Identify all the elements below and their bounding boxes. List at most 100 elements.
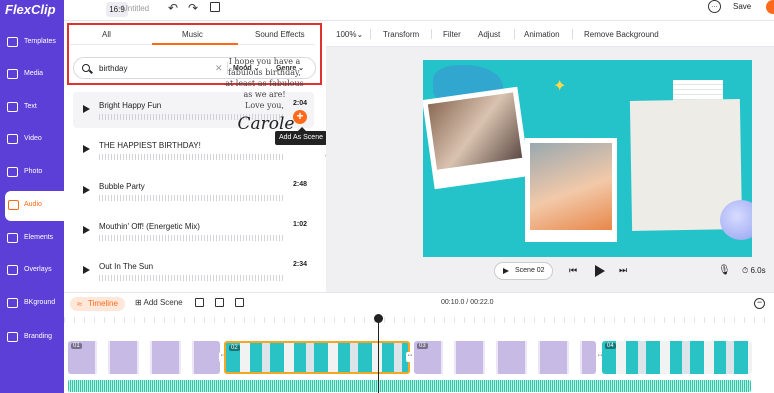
list-item[interactable]: Out In The Sun 2:34 [73,253,313,289]
avatar[interactable] [766,0,774,14]
nav-item-media[interactable]: Media [0,60,64,90]
project-name[interactable]: Untitled [122,4,149,13]
scene-clip[interactable]: 01 [68,341,220,374]
track-name: Bright Happy Fun [99,101,162,110]
overlays-icon [7,265,18,275]
waveform [99,195,284,201]
track-name: Mouthin' Off! (Energetic Mix) [99,222,200,231]
redo-icon[interactable]: ↷ [188,1,198,15]
microphone-icon[interactable]: 🎙 [718,265,731,276]
track-duration: 2:48 [293,181,308,188]
nav-item-branding[interactable]: Branding [0,323,64,353]
nav-label: Media [24,70,44,77]
add-scene-label: Add Scene [143,298,183,307]
nav-item-overlays[interactable]: Overlays [0,256,64,286]
photo-frame-2[interactable] [525,138,617,242]
note-text[interactable]: I hope you have a fabulous birthday, at … [217,56,312,111]
photo-image [427,92,523,170]
list-item[interactable]: Mouthin' Off! (Energetic Mix) 1:02 [73,213,313,249]
waveform [99,235,284,241]
list-item[interactable]: Bubble Party 2:48 [73,173,313,209]
toolbar-separator [431,29,432,39]
nav-label: Overlays [24,266,52,273]
duplicate-icon[interactable] [210,2,220,12]
save-button[interactable]: Save [733,0,751,13]
chat-icon[interactable]: … [708,0,721,13]
duration-value: 6.0s [750,266,766,275]
filter-button[interactable]: Filter [443,30,461,39]
scene-clip[interactable]: 03 [414,341,596,374]
play-icon[interactable] [83,186,90,194]
waveform [99,154,284,160]
timecode: 00:10.0 / 00:22.0 [441,299,494,306]
play-icon[interactable] [83,145,90,153]
playhead[interactable] [378,318,379,393]
left-nav: Templates Media Text Video Photo Audio E… [0,21,64,393]
zoom-out-icon[interactable]: − [754,298,765,309]
nav-item-video[interactable]: Video [0,125,64,155]
copy-icon[interactable] [215,298,224,307]
nav-label: Video [24,135,42,142]
audio-track[interactable] [68,380,751,392]
animation-button[interactable]: Animation [524,30,560,39]
duration-button[interactable]: ⏱ 6.0s [742,266,766,276]
delete-icon[interactable] [235,298,244,307]
undo-icon[interactable]: ↶ [168,1,178,15]
track-name: Out In The Sun [99,262,154,271]
audio-icon [8,200,19,210]
nav-label: BKground [24,299,56,306]
app-logo[interactable]: FlexClip [5,2,56,17]
adjust-button[interactable]: Adjust [478,30,500,39]
nav-label: Elements [24,234,54,241]
nav-item-audio[interactable]: Audio [5,191,64,221]
waveform [99,275,284,281]
next-icon[interactable]: ⏭ [619,265,627,276]
remove-background-button[interactable]: Remove Background [584,30,659,39]
templates-icon [7,37,18,47]
nav-item-text[interactable]: Text [0,93,64,123]
nav-label: Branding [24,333,53,340]
split-icon[interactable] [195,298,204,307]
play-icon[interactable] [595,265,605,277]
photo-frame-1[interactable] [423,86,530,190]
clip-number: 02 [229,345,240,351]
nav-item-elements[interactable]: Elements [0,224,64,254]
note-line: Love you, [245,101,284,110]
previous-icon[interactable]: ⏮ [569,265,577,276]
blob-decoration [720,200,752,240]
logo-area: FlexClip [0,0,64,21]
scene-selector-button[interactable]: Scene 02 [494,262,553,280]
video-icon [7,134,18,144]
timeline-ruler[interactable] [64,317,774,323]
zoom-dropdown[interactable]: 100%⌄ [336,30,363,39]
track-duration: 2:34 [293,261,308,268]
track-name: Bubble Party [99,182,145,191]
track-name: THE HAPPIEST BIRTHDAY! [99,141,201,150]
nav-label: Text [24,103,37,110]
play-icon[interactable] [83,266,90,274]
text-icon [7,102,18,112]
timeline-toggle[interactable]: Timeline [70,297,125,311]
scene-clip-selected[interactable]: 02 [224,341,410,374]
play-icon[interactable] [83,226,90,234]
scene-clip[interactable]: 04 [602,341,752,374]
nav-item-background[interactable]: BKground [0,289,64,319]
nav-item-templates[interactable]: Templates [0,28,64,58]
play-icon[interactable] [83,105,90,113]
toolbar-separator [572,29,573,39]
note-line: at least as fabulous [225,79,304,88]
toolbar-separator [514,29,515,39]
clip-number: 03 [417,343,428,349]
nav-item-photo[interactable]: Photo [0,158,64,188]
nav-label: Photo [24,168,43,175]
photo-icon [7,167,18,177]
scene-preview[interactable]: ✦ [423,60,752,257]
track-duration: 1:02 [293,221,308,228]
playhead-handle[interactable] [374,314,383,323]
add-scene-button[interactable]: ⊞ Add Scene [135,298,183,307]
transform-button[interactable]: Transform [383,30,419,39]
signature[interactable]: Carole [221,114,311,134]
photo-image [530,143,612,230]
elements-icon [7,233,18,243]
transition-icon[interactable]: ⇔ [406,352,414,362]
